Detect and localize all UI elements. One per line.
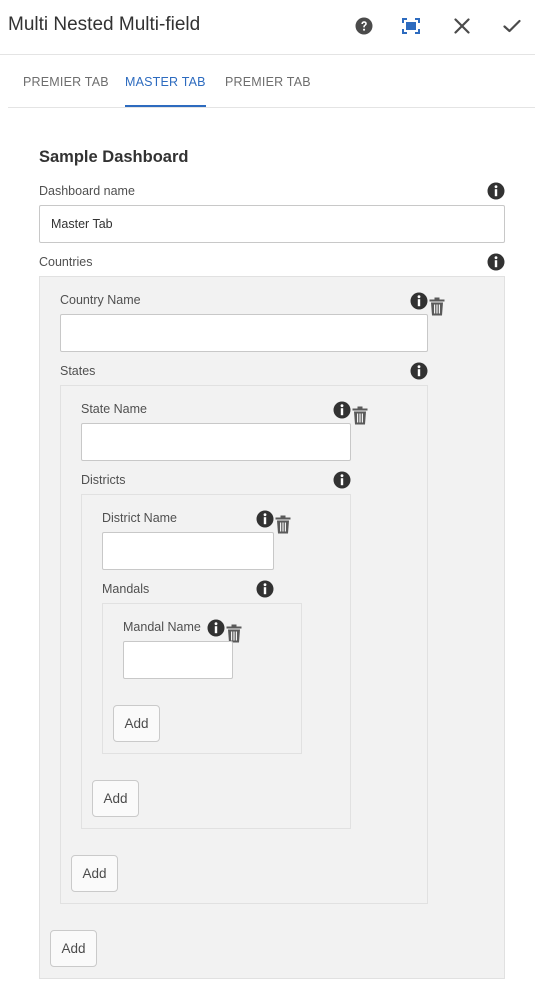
tab-bar: PREMIER TAB MASTER TAB PREMIER TAB	[8, 56, 535, 108]
add-mandal-button[interactable]: Add	[113, 705, 160, 742]
dialog-title: Multi Nested Multi-field	[8, 14, 201, 35]
country-name-label: Country Name	[60, 293, 141, 307]
tab-premier-1[interactable]: PREMIER TAB	[23, 56, 109, 107]
check-icon	[503, 19, 521, 33]
delete-state-icon[interactable]	[352, 406, 368, 425]
district-name-label: District Name	[102, 511, 178, 525]
info-icon[interactable]	[333, 401, 351, 419]
form-heading: Sample Dashboard	[39, 148, 189, 166]
fullscreen-button[interactable]	[397, 12, 425, 40]
done-button[interactable]	[498, 12, 526, 40]
dashboard-name-label: Dashboard name	[39, 184, 135, 198]
add-state-button[interactable]: Add	[71, 855, 118, 892]
info-icon[interactable]	[487, 182, 505, 200]
help-button[interactable]	[350, 12, 378, 40]
mandal-name-label: Mandal Name	[123, 620, 201, 634]
mandals-label: Mandals	[102, 582, 150, 596]
close-button[interactable]	[448, 12, 476, 40]
info-icon[interactable]	[256, 510, 274, 528]
add-country-button[interactable]: Add	[50, 930, 97, 967]
info-icon[interactable]	[333, 471, 351, 489]
districts-label: Districts	[81, 473, 126, 487]
state-name-input[interactable]	[81, 423, 351, 461]
info-icon[interactable]	[410, 362, 428, 380]
delete-country-icon[interactable]	[429, 297, 445, 316]
info-icon[interactable]	[256, 580, 274, 598]
help-icon	[355, 17, 373, 35]
mandal-name-input[interactable]	[123, 641, 233, 679]
delete-district-icon[interactable]	[275, 515, 291, 534]
dashboard-name-input[interactable]	[39, 205, 505, 243]
info-icon[interactable]	[410, 292, 428, 310]
states-label: States	[60, 364, 96, 378]
countries-label: Countries	[39, 255, 93, 269]
add-district-button[interactable]: Add	[92, 780, 139, 817]
dialog-header: Multi Nested Multi-field	[0, 0, 535, 55]
state-name-label: State Name	[81, 402, 148, 416]
close-icon	[454, 18, 470, 34]
tab-master[interactable]: MASTER TAB	[125, 56, 206, 107]
info-icon[interactable]	[487, 253, 505, 271]
country-name-input[interactable]	[60, 314, 428, 352]
tab-premier-2[interactable]: PREMIER TAB	[225, 56, 311, 107]
fullscreen-icon	[402, 18, 420, 34]
info-icon[interactable]	[207, 619, 225, 637]
district-name-input[interactable]	[102, 532, 274, 570]
